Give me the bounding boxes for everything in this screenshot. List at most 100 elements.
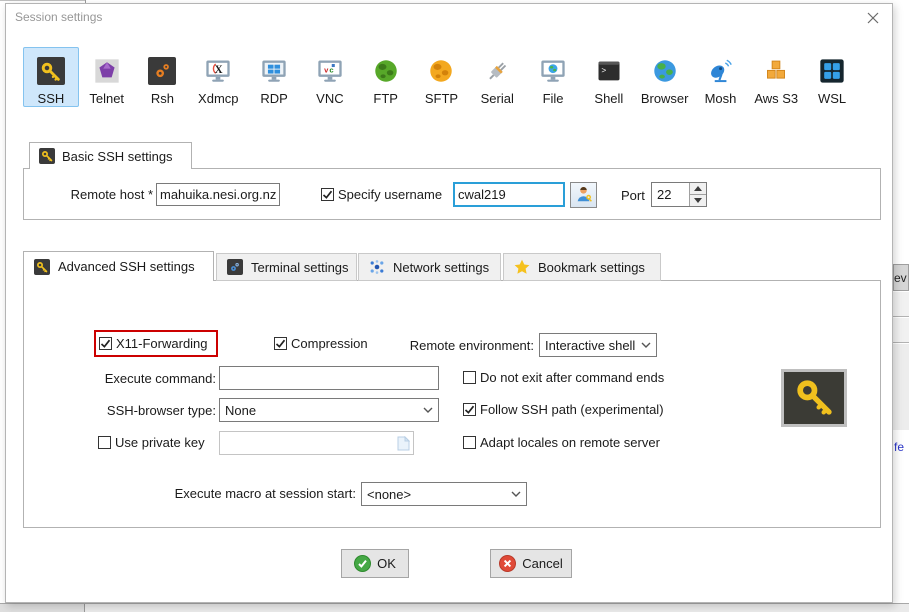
tab-network-label: Network settings	[393, 260, 489, 275]
cancel-button[interactable]: Cancel	[490, 549, 572, 578]
session-type-label: Xdmcp	[198, 92, 238, 105]
background-button-fragment[interactable]: ev	[893, 264, 909, 291]
spin-up-icon	[694, 186, 702, 191]
session-type-xdmcp[interactable]: X Xdmcp	[190, 47, 246, 107]
sftp-globe-icon	[426, 56, 456, 86]
user-key-icon	[574, 184, 594, 207]
tab-advanced-label: Advanced SSH settings	[58, 259, 195, 274]
session-type-ftp[interactable]: FTP	[358, 47, 414, 107]
port-value[interactable]: 22	[652, 183, 689, 206]
session-type-label: SSH	[38, 92, 65, 105]
terminal-gears-icon	[227, 259, 243, 275]
specify-username-checkbox[interactable]: Specify username	[321, 187, 442, 202]
session-type-vnc[interactable]: vc VNC	[302, 47, 358, 107]
tab-network-settings[interactable]: Network settings	[358, 253, 501, 281]
background-statusbar	[0, 603, 909, 612]
tab-bookmark-settings[interactable]: Bookmark settings	[503, 253, 661, 281]
session-type-telnet[interactable]: Telnet	[79, 47, 135, 107]
remote-environment-value: Interactive shell	[545, 338, 635, 353]
rdp-monitor-icon	[259, 56, 289, 86]
chevron-down-icon	[511, 491, 521, 498]
network-dots-icon	[369, 259, 385, 275]
background-link-fragment[interactable]: fe	[894, 440, 904, 454]
no-exit-label: Do not exit after command ends	[480, 370, 664, 385]
close-button[interactable]	[862, 9, 884, 29]
use-private-key-checkbox[interactable]: Use private key	[98, 435, 205, 450]
session-type-sftp[interactable]: SFTP	[414, 47, 470, 107]
session-type-ssh[interactable]: SSH	[23, 47, 79, 107]
private-key-input[interactable]	[219, 431, 414, 455]
session-type-label: SFTP	[425, 92, 458, 105]
no-exit-checkbox[interactable]: Do not exit after command ends	[463, 370, 664, 385]
background-panel-fragment	[893, 344, 909, 430]
session-type-label: Serial	[481, 92, 514, 105]
remote-environment-select[interactable]: Interactive shell	[539, 333, 657, 357]
session-type-label: Browser	[641, 92, 689, 105]
execute-command-input[interactable]	[219, 366, 439, 390]
session-type-aws-s3[interactable]: Aws S3	[748, 47, 804, 107]
tab-bookmark-label: Bookmark settings	[538, 260, 645, 275]
browser-globe-icon	[650, 56, 680, 86]
session-type-label: RDP	[260, 92, 287, 105]
mosh-satellite-icon	[705, 56, 735, 86]
follow-ssh-path-checkbox[interactable]: Follow SSH path (experimental)	[463, 402, 664, 417]
port-spin-buttons	[689, 183, 706, 206]
checkbox-unchecked-icon	[463, 371, 476, 384]
remote-host-input[interactable]	[156, 183, 280, 206]
x11-forwarding-checkbox[interactable]: X11-Forwarding	[99, 336, 208, 351]
adapt-locales-checkbox[interactable]: Adapt locales on remote server	[463, 435, 660, 450]
session-type-serial[interactable]: Serial	[469, 47, 525, 107]
execute-macro-select[interactable]: <none>	[361, 482, 527, 506]
execute-command-label: Execute command:	[91, 371, 216, 386]
session-type-label: VNC	[316, 92, 343, 105]
session-type-file[interactable]: File	[525, 47, 581, 107]
session-type-row: SSH Telnet Rsh X Xdmcp RDP	[23, 47, 860, 107]
ok-button[interactable]: OK	[341, 549, 409, 578]
checkbox-checked-icon	[321, 188, 334, 201]
port-spinner[interactable]: 22	[651, 182, 707, 207]
credentials-button[interactable]	[570, 182, 597, 208]
svg-text:X: X	[215, 64, 223, 76]
key-icon	[39, 148, 55, 164]
session-type-label: Rsh	[151, 92, 174, 105]
svg-text:c: c	[329, 66, 333, 75]
ssh-browser-type-select[interactable]: None	[219, 398, 439, 422]
session-type-shell[interactable]: > Shell	[581, 47, 637, 107]
username-input[interactable]	[453, 182, 565, 207]
vnc-monitor-icon: vc	[315, 56, 345, 86]
port-up-button[interactable]	[690, 183, 706, 195]
remote-host-label: Remote host *	[33, 187, 153, 202]
bookmark-star-icon	[514, 259, 530, 275]
background-field-fragment	[893, 292, 909, 317]
follow-ssh-path-label: Follow SSH path (experimental)	[480, 402, 664, 417]
cancel-x-icon	[499, 555, 516, 572]
session-type-browser[interactable]: Browser	[637, 47, 693, 107]
session-type-rsh[interactable]: Rsh	[135, 47, 191, 107]
compression-label: Compression	[291, 336, 368, 351]
close-icon	[867, 12, 879, 27]
ssh-key-icon	[36, 56, 66, 86]
session-type-label: File	[543, 92, 564, 105]
session-type-rdp[interactable]: RDP	[246, 47, 302, 107]
tab-basic-label: Basic SSH settings	[62, 149, 173, 164]
session-settings-dialog: Session settings SSH Telnet Rsh X	[5, 3, 893, 603]
remote-environment-label: Remote environment:	[401, 338, 534, 353]
ok-check-icon	[354, 555, 371, 572]
tab-basic-ssh-settings[interactable]: Basic SSH settings	[29, 142, 192, 169]
session-type-mosh[interactable]: Mosh	[693, 47, 749, 107]
tab-advanced-ssh-settings[interactable]: Advanced SSH settings	[23, 251, 214, 281]
telnet-gem-icon	[92, 56, 122, 86]
port-label: Port	[621, 188, 645, 203]
use-private-key-label: Use private key	[115, 435, 205, 450]
chevron-down-icon	[423, 407, 433, 414]
tab-terminal-settings[interactable]: Terminal settings	[216, 253, 357, 281]
checkbox-checked-icon	[463, 403, 476, 416]
adapt-locales-label: Adapt locales on remote server	[480, 435, 660, 450]
port-down-button[interactable]	[690, 195, 706, 206]
session-type-wsl[interactable]: WSL	[804, 47, 860, 107]
background-window-edge	[0, 0, 86, 1]
document-icon	[397, 436, 410, 451]
compression-checkbox[interactable]: Compression	[274, 336, 368, 351]
chevron-down-icon	[641, 342, 651, 349]
wsl-windows-icon	[817, 56, 847, 86]
